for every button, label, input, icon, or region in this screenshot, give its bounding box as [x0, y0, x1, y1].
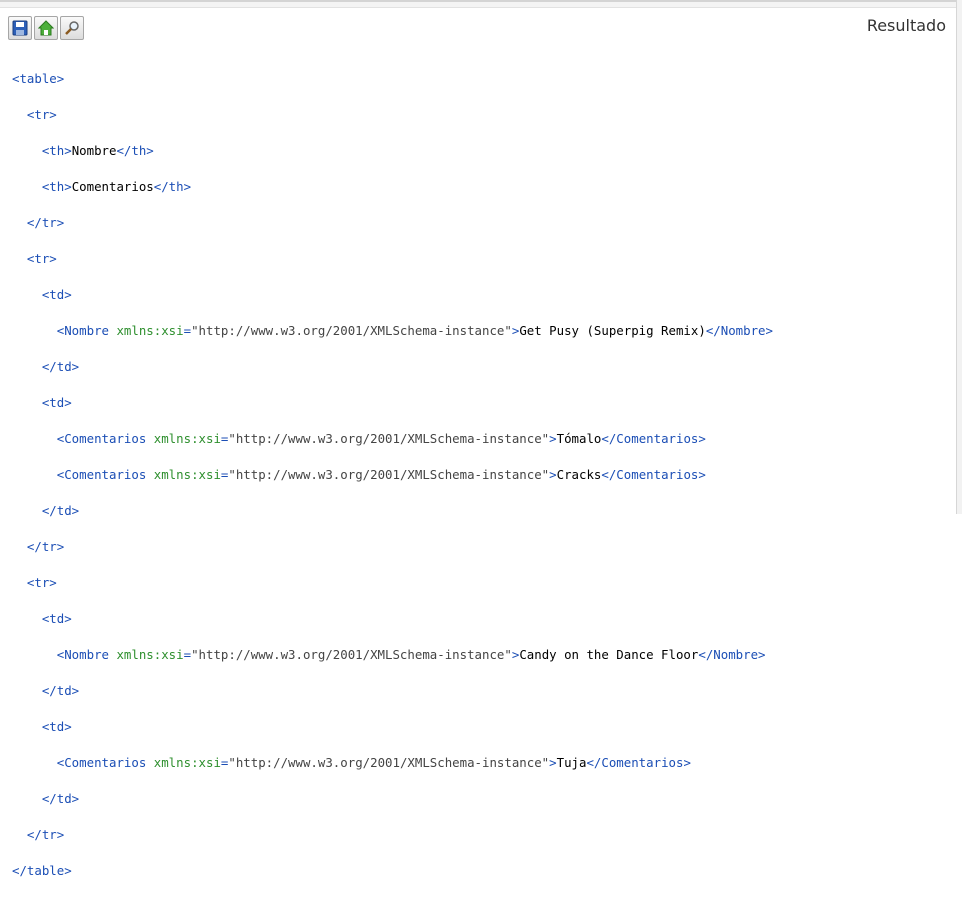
- save-icon: [12, 20, 28, 36]
- code-line: <td>: [41, 287, 72, 302]
- code-line: <Nombre xmlns:xsi="http://www.w3.org/200…: [56, 323, 773, 338]
- code-line: </td>: [41, 359, 80, 374]
- code-line: <Comentarios xmlns:xsi="http://www.w3.or…: [56, 431, 706, 446]
- code-line: <Comentarios xmlns:xsi="http://www.w3.or…: [56, 467, 706, 482]
- code-line: <th>Comentarios</th>: [41, 179, 192, 194]
- search-icon: [65, 21, 79, 35]
- result-title: Resultado: [866, 16, 946, 35]
- code-line: <td>: [41, 719, 72, 734]
- code-line: </td>: [41, 683, 80, 698]
- code-line: </td>: [41, 791, 80, 806]
- code-line: </tr>: [26, 215, 65, 230]
- code-line: <table>: [12, 71, 65, 86]
- code-line: <td>: [41, 611, 72, 626]
- code-line: <tr>: [26, 575, 57, 590]
- toolbar: [8, 16, 84, 40]
- home-button[interactable]: [34, 16, 58, 40]
- code-line: <td>: [41, 395, 72, 410]
- code-line: <tr>: [26, 107, 57, 122]
- home-icon: [38, 20, 54, 36]
- code-line: <Comentarios xmlns:xsi="http://www.w3.or…: [56, 755, 691, 770]
- search-button[interactable]: [60, 16, 84, 40]
- right-border: [956, 0, 962, 514]
- code-line: </td>: [41, 503, 80, 518]
- code-line: </table>: [12, 863, 72, 878]
- code-line: <th>Nombre</th>: [41, 143, 154, 158]
- save-button[interactable]: [8, 16, 32, 40]
- xml-output: <table> <tr> <th>Nombre</th> <th>Comenta…: [12, 52, 773, 898]
- code-line: <Nombre xmlns:xsi="http://www.w3.org/200…: [56, 647, 766, 662]
- code-line: <tr>: [26, 251, 57, 266]
- top-border: [0, 0, 958, 8]
- code-line: </tr>: [26, 827, 65, 842]
- code-line: </tr>: [26, 539, 65, 554]
